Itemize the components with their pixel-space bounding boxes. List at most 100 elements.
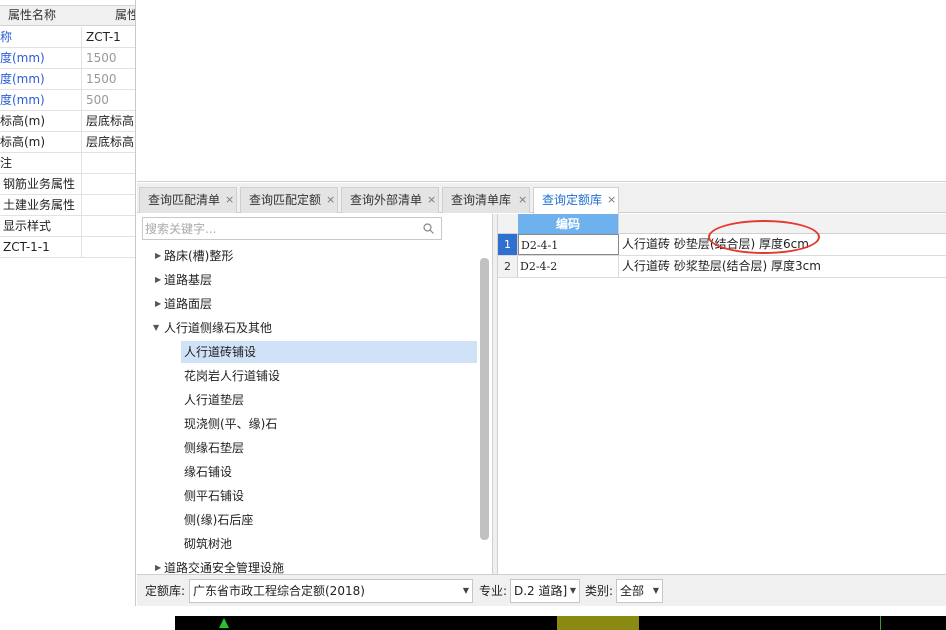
tree-item-label: 人行道侧缘石及其他 bbox=[164, 321, 273, 335]
code-column-header[interactable]: 编码 bbox=[518, 214, 619, 234]
property-group-row[interactable]: ZCT-1-1 bbox=[0, 237, 135, 258]
property-value bbox=[86, 195, 135, 215]
property-name: 度(mm) bbox=[0, 48, 82, 68]
tree-item-label: 花岗岩人行道铺设 bbox=[184, 369, 281, 383]
property-group-label: 显示样式 bbox=[0, 216, 82, 236]
tree-item[interactable]: 侧(缘)石后座 bbox=[181, 509, 477, 531]
property-group-label: 钢筋业务属性 bbox=[0, 174, 82, 194]
tree-item-label: 道路交通安全管理设施 bbox=[164, 561, 285, 574]
property-name: 称 bbox=[0, 27, 82, 47]
quota-library-select[interactable]: 广东省市政工程综合定额(2018) ▼ bbox=[189, 579, 473, 603]
tab-query-list-library[interactable]: 查询清单库 × bbox=[442, 187, 530, 213]
property-group-label: ZCT-1-1 bbox=[0, 237, 82, 257]
tree-item-selected[interactable]: 人行道砖铺设 bbox=[181, 341, 477, 363]
quota-category-tree: ▶ 路床(槽)整形 ▶ 道路基层 ▶ 道路面层 ▼ 人行道侧缘石及其他 人行道砖… bbox=[140, 244, 492, 574]
tab-close-icon[interactable]: × bbox=[326, 188, 335, 212]
tab-query-matching-list[interactable]: 查询匹配清单 × bbox=[139, 187, 237, 213]
tab-query-external-list[interactable]: 查询外部清单 × bbox=[341, 187, 439, 213]
property-name: 标高(m) bbox=[0, 111, 82, 131]
property-table-header: 属性名称 属性 bbox=[0, 5, 135, 26]
category-select[interactable]: 全部 ▼ bbox=[616, 579, 663, 603]
drawing-area[interactable] bbox=[137, 0, 946, 182]
quota-result-grid: 编码 1 D2-4-1 人行道砖 砂垫层(结合层) 厚度6cm 2 D2-4-2… bbox=[498, 214, 946, 574]
tree-item-label: 路床(槽)整形 bbox=[164, 249, 234, 263]
tree-item[interactable]: 花岗岩人行道铺设 bbox=[181, 365, 477, 387]
property-value bbox=[86, 237, 135, 257]
tree-item[interactable]: 缘石铺设 bbox=[181, 461, 477, 483]
tree-item[interactable]: 人行道垫层 bbox=[181, 389, 477, 411]
search-input[interactable] bbox=[145, 220, 415, 237]
tree-item[interactable]: 现浇侧(平、缘)石 bbox=[181, 413, 477, 435]
property-group-row[interactable]: 土建业务属性 bbox=[0, 195, 135, 216]
property-name: 标高(m) bbox=[0, 132, 82, 152]
tree-item-label: 侧平石铺设 bbox=[184, 489, 245, 503]
search-box[interactable] bbox=[142, 217, 442, 240]
quota-name-cell[interactable]: 人行道砖 砂浆垫层(结合层) 厚度3cm bbox=[622, 256, 821, 277]
property-row[interactable]: 度(mm) 500 bbox=[0, 90, 135, 111]
property-group-row[interactable]: 显示样式 bbox=[0, 216, 135, 237]
property-row[interactable]: 注 bbox=[0, 153, 135, 174]
tree-item[interactable]: ▶ 道路交通安全管理设施 bbox=[152, 557, 482, 574]
search-icon[interactable] bbox=[423, 223, 434, 234]
tab-query-matching-quota[interactable]: 查询匹配定额 × bbox=[240, 187, 338, 213]
tree-item[interactable]: ▶ 道路面层 bbox=[152, 293, 482, 315]
category-value: 全部 bbox=[620, 584, 645, 598]
property-group-row[interactable]: 钢筋业务属性 bbox=[0, 174, 135, 195]
tab-close-icon[interactable]: × bbox=[225, 188, 234, 212]
axis-line bbox=[880, 616, 881, 630]
tree-item-label: 侧缘石垫层 bbox=[184, 441, 245, 455]
property-value bbox=[86, 216, 135, 236]
property-name: 注 bbox=[0, 153, 82, 173]
row-number[interactable]: 2 bbox=[498, 256, 518, 277]
tree-scrollbar[interactable] bbox=[480, 258, 489, 540]
property-group-label: 土建业务属性 bbox=[0, 195, 82, 215]
property-name: 度(mm) bbox=[0, 69, 82, 89]
property-value bbox=[86, 174, 135, 194]
row-number[interactable]: 1 bbox=[498, 234, 518, 255]
tree-item-label: 缘石铺设 bbox=[184, 465, 233, 479]
property-row[interactable]: 标高(m) 层底标高 bbox=[0, 111, 135, 132]
property-value[interactable]: 1500 bbox=[86, 48, 135, 68]
property-value[interactable]: 层底标高 bbox=[86, 111, 135, 131]
tab-label: 查询外部清单 bbox=[350, 193, 423, 207]
quota-code-cell[interactable]: D2-4-2 bbox=[518, 256, 619, 277]
property-name-column-header: 属性名称 bbox=[8, 8, 57, 22]
property-value[interactable]: 层底标高 bbox=[86, 132, 135, 152]
tree-item[interactable]: 侧平石铺设 bbox=[181, 485, 477, 507]
grid-row[interactable]: 2 D2-4-2 人行道砖 砂浆垫层(结合层) 厚度3cm bbox=[498, 256, 946, 278]
tab-query-quota-library[interactable]: 查询定额库 × bbox=[533, 187, 619, 214]
annotation-ellipse bbox=[708, 220, 820, 254]
tree-item[interactable]: 砌筑树池 bbox=[181, 533, 477, 555]
tree-item-label: 砌筑树池 bbox=[184, 537, 233, 551]
tree-item[interactable]: ▶ 道路基层 bbox=[152, 269, 482, 291]
tab-label: 查询清单库 bbox=[451, 193, 512, 207]
property-row[interactable]: 标高(m) 层底标高 bbox=[0, 132, 135, 153]
property-value[interactable]: 1500 bbox=[86, 69, 135, 89]
property-value-column-header: 属性 bbox=[115, 8, 135, 22]
collapse-caret-icon[interactable]: ▼ bbox=[153, 317, 163, 339]
property-value[interactable]: ZCT-1 bbox=[86, 27, 135, 47]
property-row[interactable]: 称 ZCT-1 bbox=[0, 27, 135, 48]
tree-item[interactable]: ▼ 人行道侧缘石及其他 bbox=[152, 317, 482, 339]
property-value[interactable] bbox=[86, 153, 135, 173]
canvas-highlight bbox=[557, 616, 639, 630]
property-row[interactable]: 度(mm) 1500 bbox=[0, 48, 135, 69]
property-row[interactable]: 度(mm) 1500 bbox=[0, 69, 135, 90]
tree-item[interactable]: ▶ 路床(槽)整形 bbox=[152, 245, 482, 267]
tree-item-label: 人行道垫层 bbox=[184, 393, 245, 407]
tab-label: 查询匹配定额 bbox=[249, 193, 322, 207]
quota-library-value: 广东省市政工程综合定额(2018) bbox=[193, 584, 365, 598]
tab-close-icon[interactable]: × bbox=[518, 188, 527, 212]
tab-close-icon[interactable]: × bbox=[427, 188, 436, 212]
tree-item-label: 现浇侧(平、缘)石 bbox=[184, 417, 278, 431]
specialty-select[interactable]: D.2 道路] ▼ bbox=[510, 579, 580, 603]
tree-item[interactable]: 侧缘石垫层 bbox=[181, 437, 477, 459]
tab-close-icon[interactable]: × bbox=[607, 188, 616, 212]
specialty-value: D.2 道路] bbox=[514, 584, 568, 598]
quota-code-cell[interactable]: D2-4-1 bbox=[518, 234, 619, 255]
query-tab-bar: 查询匹配清单 × 查询匹配定额 × 查询外部清单 × 查询清单库 × 查询定额库… bbox=[137, 183, 946, 214]
property-value[interactable]: 500 bbox=[86, 90, 135, 110]
chevron-down-icon: ▼ bbox=[652, 586, 659, 595]
axis-marker-icon bbox=[219, 618, 229, 628]
specialty-label: 专业: bbox=[479, 584, 508, 598]
